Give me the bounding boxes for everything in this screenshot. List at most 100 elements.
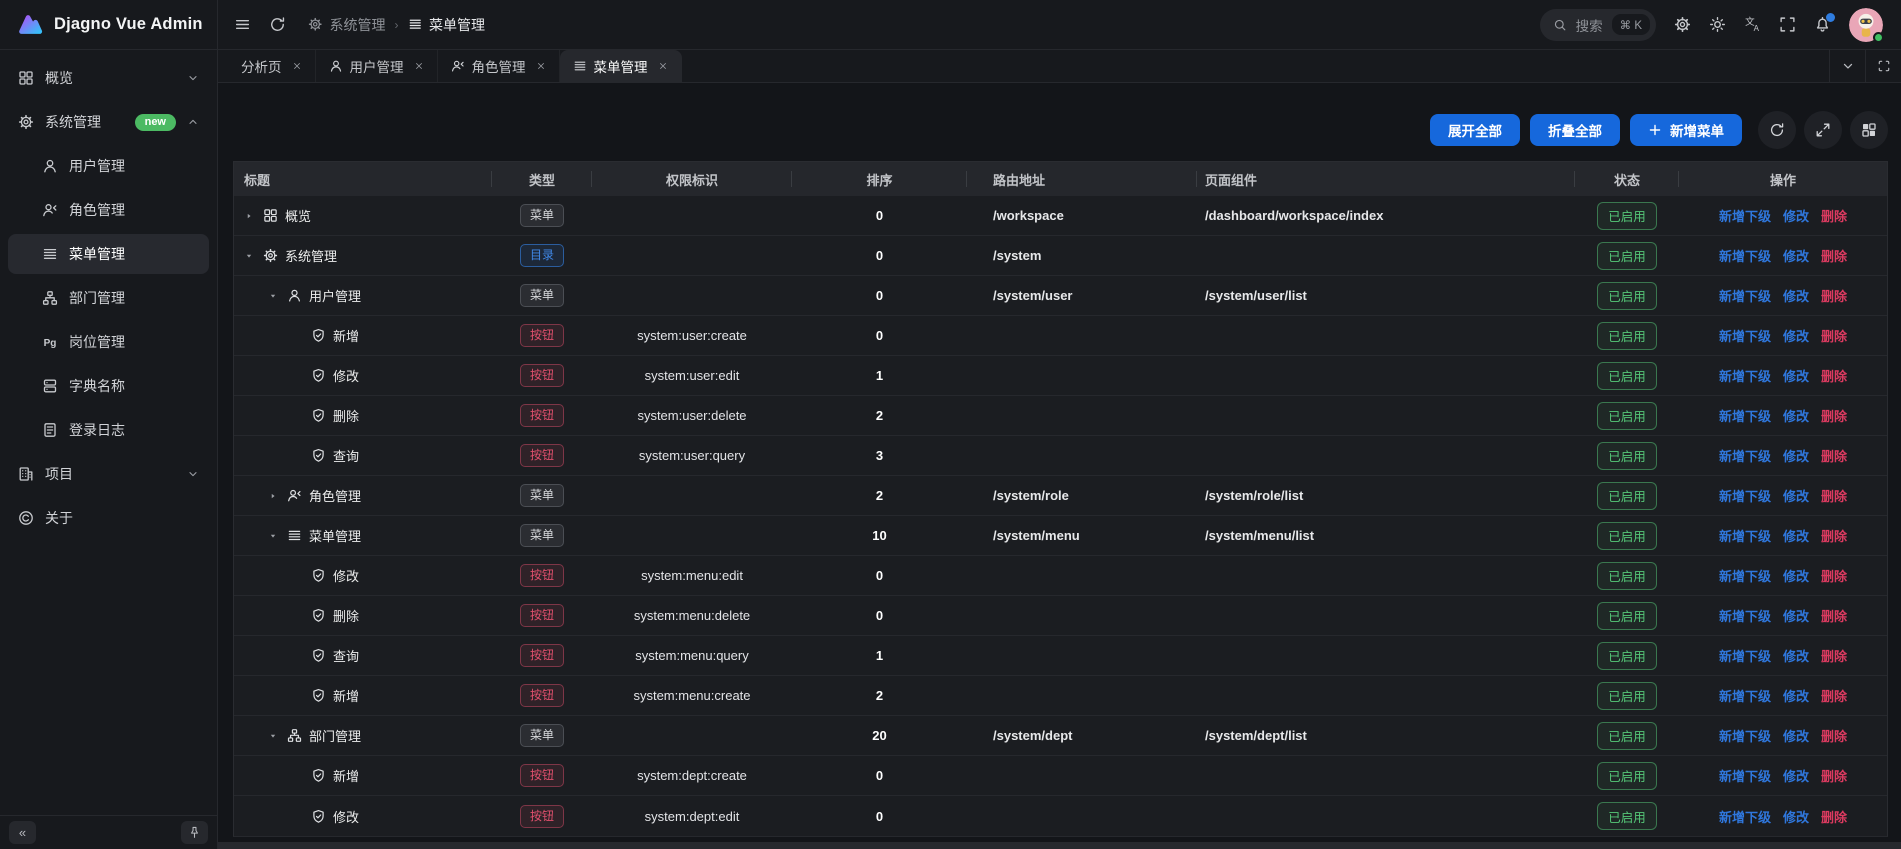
tab-close-icon[interactable] xyxy=(536,61,546,71)
theme-toggle-icon[interactable] xyxy=(1709,16,1726,33)
sidebar-item-log[interactable]: 登录日志 xyxy=(8,410,209,450)
action-delete-link[interactable]: 删除 xyxy=(1821,646,1847,665)
action-add-child-link[interactable]: 新增下级 xyxy=(1719,246,1771,265)
collapse-row-icon[interactable] xyxy=(242,251,256,261)
action-delete-link[interactable]: 删除 xyxy=(1821,566,1847,585)
action-edit-link[interactable]: 修改 xyxy=(1783,326,1809,345)
action-edit-link[interactable]: 修改 xyxy=(1783,206,1809,225)
breadcrumb-item[interactable]: 系统管理 xyxy=(308,15,386,35)
action-edit-link[interactable]: 修改 xyxy=(1783,726,1809,745)
action-add-child-link[interactable]: 新增下级 xyxy=(1719,286,1771,305)
action-edit-link[interactable]: 修改 xyxy=(1783,526,1809,545)
horizontal-scrollbar[interactable] xyxy=(218,842,1901,849)
sidebar-item-system[interactable]: 系统管理new xyxy=(8,102,209,142)
action-delete-link[interactable]: 删除 xyxy=(1821,686,1847,705)
sidebar-item-post[interactable]: Pg岗位管理 xyxy=(8,322,209,362)
tab-menu[interactable]: 菜单管理 xyxy=(560,50,682,82)
expand-row-icon[interactable] xyxy=(266,491,280,501)
collapse-row-icon[interactable] xyxy=(266,731,280,741)
tabs-dropdown-button[interactable] xyxy=(1829,50,1865,82)
status-cell: 已启用 xyxy=(1575,556,1679,595)
action-edit-link[interactable]: 修改 xyxy=(1783,646,1809,665)
action-delete-link[interactable]: 删除 xyxy=(1821,246,1847,265)
action-edit-link[interactable]: 修改 xyxy=(1783,486,1809,505)
chevron-down-icon[interactable] xyxy=(187,72,199,84)
page-refresh-icon[interactable] xyxy=(269,16,286,33)
table-fullscreen-button[interactable] xyxy=(1804,111,1842,149)
sidebar-collapse-button[interactable]: « xyxy=(9,821,36,844)
sidebar-pin-button[interactable] xyxy=(181,821,208,844)
action-delete-link[interactable]: 删除 xyxy=(1821,486,1847,505)
tab-user[interactable]: 用户管理 xyxy=(316,50,438,82)
add-menu-button[interactable]: 新增菜单 xyxy=(1630,114,1742,146)
action-delete-link[interactable]: 删除 xyxy=(1821,366,1847,385)
action-delete-link[interactable]: 删除 xyxy=(1821,807,1847,826)
settings-gear-icon[interactable] xyxy=(1674,16,1691,33)
tab-close-icon[interactable] xyxy=(658,61,668,71)
content-maximize-button[interactable] xyxy=(1865,50,1901,82)
action-add-child-link[interactable]: 新增下级 xyxy=(1719,206,1771,225)
sidebar-toggle-icon[interactable] xyxy=(234,16,251,33)
action-edit-link[interactable]: 修改 xyxy=(1783,566,1809,585)
sidebar-item-dept[interactable]: 部门管理 xyxy=(8,278,209,318)
notifications-bell-icon[interactable] xyxy=(1814,16,1831,33)
action-add-child-link[interactable]: 新增下级 xyxy=(1719,326,1771,345)
tab-close-icon[interactable] xyxy=(292,61,302,71)
action-add-child-link[interactable]: 新增下级 xyxy=(1719,807,1771,826)
tab-analysis[interactable]: 分析页 xyxy=(228,50,316,82)
action-add-child-link[interactable]: 新增下级 xyxy=(1719,366,1771,385)
action-add-child-link[interactable]: 新增下级 xyxy=(1719,606,1771,625)
action-delete-link[interactable]: 删除 xyxy=(1821,726,1847,745)
collapse-row-icon[interactable] xyxy=(266,291,280,301)
fullscreen-icon[interactable] xyxy=(1779,16,1796,33)
action-delete-link[interactable]: 删除 xyxy=(1821,446,1847,465)
action-add-child-link[interactable]: 新增下级 xyxy=(1719,566,1771,585)
tab-close-icon[interactable] xyxy=(414,61,424,71)
avatar[interactable] xyxy=(1849,8,1883,42)
sidebar-item-project[interactable]: 项目 xyxy=(8,454,209,494)
action-edit-link[interactable]: 修改 xyxy=(1783,766,1809,785)
sidebar-item-overview[interactable]: 概览 xyxy=(8,58,209,98)
sidebar-item-about[interactable]: 关于 xyxy=(8,498,209,538)
action-add-child-link[interactable]: 新增下级 xyxy=(1719,526,1771,545)
action-edit-link[interactable]: 修改 xyxy=(1783,246,1809,265)
sidebar-item-user[interactable]: 用户管理 xyxy=(8,146,209,186)
collapse-row-icon[interactable] xyxy=(266,531,280,541)
action-add-child-link[interactable]: 新增下级 xyxy=(1719,486,1771,505)
search-input[interactable]: 搜索 ⌘ K xyxy=(1540,9,1656,41)
chevron-up-icon[interactable] xyxy=(187,116,199,128)
language-icon[interactable]: 文A xyxy=(1744,16,1761,33)
chevron-down-icon[interactable] xyxy=(187,468,199,480)
action-edit-link[interactable]: 修改 xyxy=(1783,286,1809,305)
action-add-child-link[interactable]: 新增下级 xyxy=(1719,766,1771,785)
action-delete-link[interactable]: 删除 xyxy=(1821,326,1847,345)
action-delete-link[interactable]: 删除 xyxy=(1821,286,1847,305)
action-delete-link[interactable]: 删除 xyxy=(1821,526,1847,545)
tab-role[interactable]: 角色管理 xyxy=(438,50,560,82)
action-edit-link[interactable]: 修改 xyxy=(1783,606,1809,625)
action-edit-link[interactable]: 修改 xyxy=(1783,807,1809,826)
action-add-child-link[interactable]: 新增下级 xyxy=(1719,406,1771,425)
expand-row-icon[interactable] xyxy=(242,211,256,221)
sidebar-item-dict[interactable]: 字典名称 xyxy=(8,366,209,406)
action-edit-link[interactable]: 修改 xyxy=(1783,446,1809,465)
action-delete-link[interactable]: 删除 xyxy=(1821,606,1847,625)
action-edit-link[interactable]: 修改 xyxy=(1783,686,1809,705)
sort-cell: 1 xyxy=(792,356,967,395)
sidebar-item-menu[interactable]: 菜单管理 xyxy=(8,234,209,274)
action-delete-link[interactable]: 删除 xyxy=(1821,766,1847,785)
action-add-child-link[interactable]: 新增下级 xyxy=(1719,646,1771,665)
collapse-all-button[interactable]: 折叠全部 xyxy=(1530,114,1620,146)
action-add-child-link[interactable]: 新增下级 xyxy=(1719,726,1771,745)
action-add-child-link[interactable]: 新增下级 xyxy=(1719,446,1771,465)
action-delete-link[interactable]: 删除 xyxy=(1821,206,1847,225)
breadcrumb-item[interactable]: 菜单管理 xyxy=(408,15,486,35)
sidebar-item-role[interactable]: 角色管理 xyxy=(8,190,209,230)
table-refresh-button[interactable] xyxy=(1758,111,1796,149)
table-columns-button[interactable] xyxy=(1850,111,1888,149)
action-add-child-link[interactable]: 新增下级 xyxy=(1719,686,1771,705)
action-delete-link[interactable]: 删除 xyxy=(1821,406,1847,425)
action-edit-link[interactable]: 修改 xyxy=(1783,406,1809,425)
action-edit-link[interactable]: 修改 xyxy=(1783,366,1809,385)
expand-all-button[interactable]: 展开全部 xyxy=(1430,114,1520,146)
